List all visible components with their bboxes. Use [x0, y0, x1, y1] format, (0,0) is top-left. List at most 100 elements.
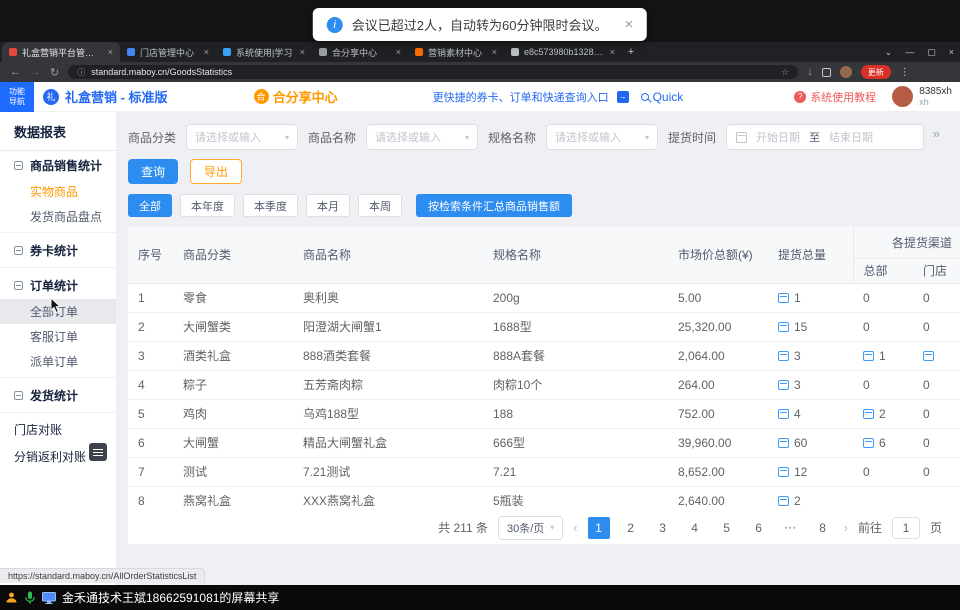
- sidebar-item-card-stats[interactable]: 券卡统计: [0, 236, 116, 264]
- tab-close-icon[interactable]: ×: [300, 47, 305, 57]
- pickup-icon[interactable]: [778, 409, 789, 419]
- page-number[interactable]: 2: [620, 517, 642, 539]
- reload-icon[interactable]: ↻: [50, 66, 59, 79]
- goto-page-input[interactable]: [892, 517, 920, 539]
- browser-profile-avatar[interactable]: [840, 66, 852, 78]
- pickup-icon[interactable]: [863, 438, 874, 448]
- browser-update-button[interactable]: 更新: [861, 65, 891, 79]
- range-tab-quarter[interactable]: 本季度: [243, 194, 298, 217]
- browser-tab[interactable]: 门店管理中心 ×: [120, 42, 216, 62]
- date-range-picker[interactable]: 开始日期 至 结束日期: [726, 124, 924, 150]
- store-value: 0: [923, 320, 930, 334]
- pickup-icon[interactable]: [778, 496, 789, 506]
- table-row: 3 酒类礼盒 888酒类套餐 888A套餐 2,064.00 3 1: [128, 341, 960, 370]
- function-nav-button[interactable]: 功能 导航: [0, 82, 34, 112]
- summary-button[interactable]: 按检索条件汇总商品销售额: [416, 194, 572, 217]
- cell-store: 0: [913, 399, 960, 428]
- extensions-icon[interactable]: [822, 68, 831, 77]
- browser-tab[interactable]: e8c573980b1328a258fd2e6l ×: [504, 42, 622, 62]
- range-tab-bar: 全部 本年度 本季度 本月 本周 按检索条件汇总商品销售额: [128, 194, 960, 217]
- tab-close-icon[interactable]: ×: [396, 47, 401, 57]
- pickup-icon[interactable]: [863, 351, 874, 361]
- search-button[interactable]: 查询: [128, 159, 178, 184]
- cell-hq: 0: [853, 283, 913, 312]
- toast-close-icon[interactable]: ×: [624, 16, 633, 33]
- back-icon[interactable]: ←: [10, 66, 21, 78]
- forward-icon[interactable]: →: [30, 66, 41, 78]
- quick-entry-icon[interactable]: →: [617, 91, 629, 103]
- sidebar-item-physical-goods[interactable]: 实物商品: [0, 179, 116, 204]
- sidebar-item-service-orders[interactable]: 客服订单: [0, 324, 116, 349]
- sidebar-item-dispatch-orders[interactable]: 派单订单: [0, 349, 116, 374]
- range-tab-all[interactable]: 全部: [128, 194, 172, 217]
- store-value: 0: [923, 407, 930, 421]
- tab-favicon: [319, 48, 327, 56]
- sidebar-item-goods-sales-stats[interactable]: 商品销售统计: [0, 151, 116, 179]
- page-number[interactable]: 5: [716, 517, 738, 539]
- pickup-icon[interactable]: [778, 322, 789, 332]
- tab-search-icon[interactable]: ⌄: [885, 47, 893, 58]
- site-info-icon[interactable]: ⓘ: [77, 67, 85, 78]
- export-button[interactable]: 导出: [190, 159, 242, 184]
- page-number[interactable]: 8: [812, 517, 834, 539]
- range-tab-week[interactable]: 本周: [358, 194, 402, 217]
- browser-tab[interactable]: 合分享中心 ×: [312, 42, 408, 62]
- quick-search-link[interactable]: Quick: [653, 90, 684, 104]
- qty-value: 12: [794, 465, 807, 479]
- url-field[interactable]: ⓘ standard.maboy.cn/GoodsStatistics ☆: [68, 65, 798, 79]
- per-page-select[interactable]: 30条/页 ▾: [498, 516, 563, 540]
- browser-tab[interactable]: 系统使用|学习 ×: [216, 42, 312, 62]
- page-number[interactable]: 3: [652, 517, 674, 539]
- range-tab-year[interactable]: 本年度: [180, 194, 235, 217]
- tab-close-icon[interactable]: ×: [492, 47, 497, 57]
- spec-select[interactable]: 请选择或输入 ▾: [546, 124, 658, 150]
- sidebar: 数据报表 商品销售统计 实物商品 发货商品盘点 券卡统计 订单统计: [0, 112, 116, 585]
- pickup-icon[interactable]: [778, 438, 789, 448]
- collapse-filters-icon[interactable]: »: [933, 126, 940, 141]
- pickup-icon[interactable]: [778, 467, 789, 477]
- sidebar-item-store-reconciliation[interactable]: 门店对账: [0, 416, 116, 443]
- pickup-icon[interactable]: [863, 409, 874, 419]
- browser-menu-icon[interactable]: ⋮: [900, 67, 910, 78]
- tab-close-icon[interactable]: ×: [204, 47, 209, 57]
- page-number[interactable]: 4: [684, 517, 706, 539]
- user-avatar[interactable]: [892, 86, 913, 107]
- window-maximize-icon[interactable]: ▢: [927, 47, 936, 58]
- pickup-icon[interactable]: [923, 351, 934, 361]
- bookmark-star-icon[interactable]: ☆: [781, 67, 789, 78]
- tab-close-icon[interactable]: ×: [610, 47, 615, 57]
- browser-window: 礼盒营销平台管理中心 × 门店管理中心 × 系统使用|学习 × 合分享中心 × …: [0, 42, 960, 585]
- range-tab-month[interactable]: 本月: [306, 194, 350, 217]
- cell-category: 鸡肉: [173, 399, 293, 428]
- next-page-icon[interactable]: ›: [844, 520, 848, 535]
- browser-tab-active[interactable]: 礼盒营销平台管理中心 ×: [2, 42, 120, 62]
- sidebar-item-all-orders[interactable]: 全部订单: [0, 299, 116, 324]
- name-select[interactable]: 请选择或输入 ▾: [366, 124, 478, 150]
- tutorial-link[interactable]: 系统使用教程: [810, 89, 876, 105]
- cell-store: [913, 486, 960, 511]
- sidebar-item-shipment-inventory[interactable]: 发货商品盘点: [0, 204, 116, 229]
- sidebar-title: 数据报表: [0, 112, 116, 151]
- sidebar-collapse-toggle[interactable]: [89, 443, 107, 461]
- tab-close-icon[interactable]: ×: [108, 47, 113, 57]
- sidebar-item-shipping-stats[interactable]: 发货统计: [0, 381, 116, 409]
- tab-favicon: [127, 48, 135, 56]
- qty-value: 60: [794, 436, 807, 450]
- browser-tab[interactable]: 营销素材中心 ×: [408, 42, 504, 62]
- category-select[interactable]: 请选择或输入 ▾: [186, 124, 298, 150]
- prev-page-icon[interactable]: ‹: [573, 520, 577, 535]
- page-number[interactable]: 6: [748, 517, 770, 539]
- cell-qty: 2: [768, 486, 853, 511]
- info-icon: i: [327, 17, 343, 33]
- download-icon[interactable]: ↓: [807, 66, 813, 78]
- window-minimize-icon[interactable]: —: [905, 47, 914, 57]
- pickup-icon[interactable]: [778, 351, 789, 361]
- share-center-link[interactable]: 合分享中心: [273, 87, 338, 106]
- pickup-icon[interactable]: [778, 380, 789, 390]
- page-number[interactable]: 1: [588, 517, 610, 539]
- pickup-icon[interactable]: [778, 293, 789, 303]
- search-icon[interactable]: [641, 93, 649, 101]
- new-tab-button[interactable]: +: [622, 42, 640, 62]
- sidebar-item-order-stats[interactable]: 订单统计: [0, 271, 116, 299]
- window-close-icon[interactable]: ×: [949, 47, 954, 57]
